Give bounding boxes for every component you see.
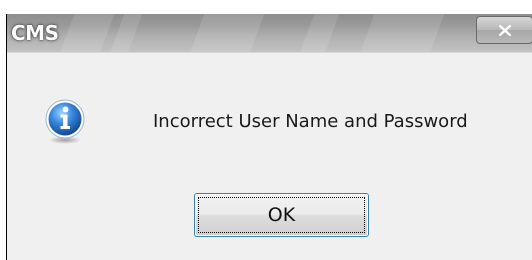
info-icon	[45, 99, 85, 144]
message-dialog: CMS Incorrect User Name and Password OK	[6, 14, 532, 260]
ok-button-label: OK	[267, 204, 296, 226]
window-title: CMS	[11, 21, 59, 45]
ok-button[interactable]: OK	[194, 193, 369, 237]
close-icon	[499, 25, 511, 36]
close-button[interactable]	[476, 16, 532, 44]
focus-rectangle: OK	[198, 197, 365, 233]
message-text: Incorrect User Name and Password	[153, 111, 468, 132]
dialog-body: Incorrect User Name and Password OK	[7, 52, 532, 260]
title-bar[interactable]: CMS	[7, 14, 532, 52]
